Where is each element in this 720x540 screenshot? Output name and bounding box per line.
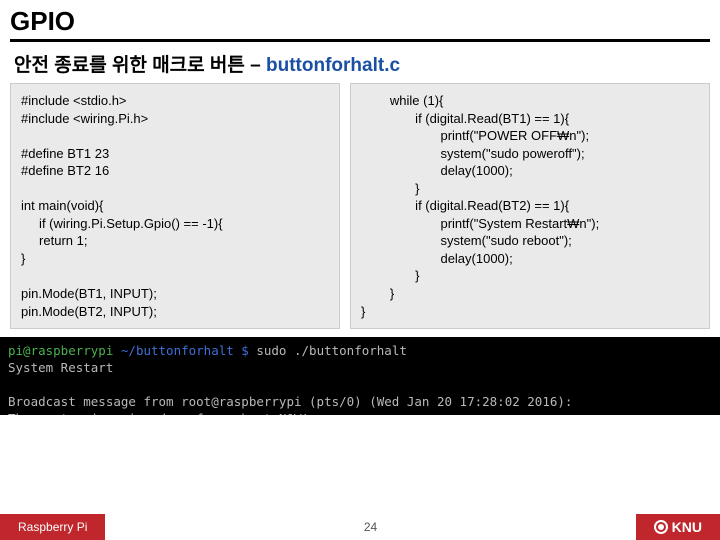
- footer-right-label: KNU: [672, 519, 702, 535]
- knu-logo-icon: [654, 520, 668, 534]
- terminal-command: sudo ./buttonforhalt: [256, 343, 407, 358]
- page-number: 24: [105, 520, 635, 534]
- subtitle-filename: buttonforhalt.c: [266, 55, 400, 76]
- footer-logo: KNU: [636, 514, 720, 540]
- code-row: #include <stdio.h> #include <wiring.Pi.h…: [0, 83, 720, 329]
- terminal-path: ~/buttonforhalt $: [121, 343, 256, 358]
- terminal-user: pi@raspberrypi: [8, 343, 121, 358]
- code-block-left: #include <stdio.h> #include <wiring.Pi.h…: [10, 83, 340, 329]
- footer-left-label: Raspberry Pi: [0, 514, 105, 540]
- title-underline: [10, 39, 710, 42]
- page-title: GPIO: [10, 6, 710, 37]
- code-block-right: while (1){ if (digital.Read(BT1) == 1){ …: [350, 83, 710, 329]
- subtitle: 안전 종료를 위한 매크로 버튼 – buttonforhalt.c: [0, 46, 720, 83]
- subtitle-korean: 안전 종료를 위한 매크로 버튼 –: [14, 55, 266, 76]
- terminal-body: System Restart Broadcast message from ro…: [8, 360, 572, 415]
- footer: Raspberry Pi 24 KNU: [0, 514, 720, 540]
- terminal-output: pi@raspberrypi ~/buttonforhalt $ sudo ./…: [0, 337, 720, 415]
